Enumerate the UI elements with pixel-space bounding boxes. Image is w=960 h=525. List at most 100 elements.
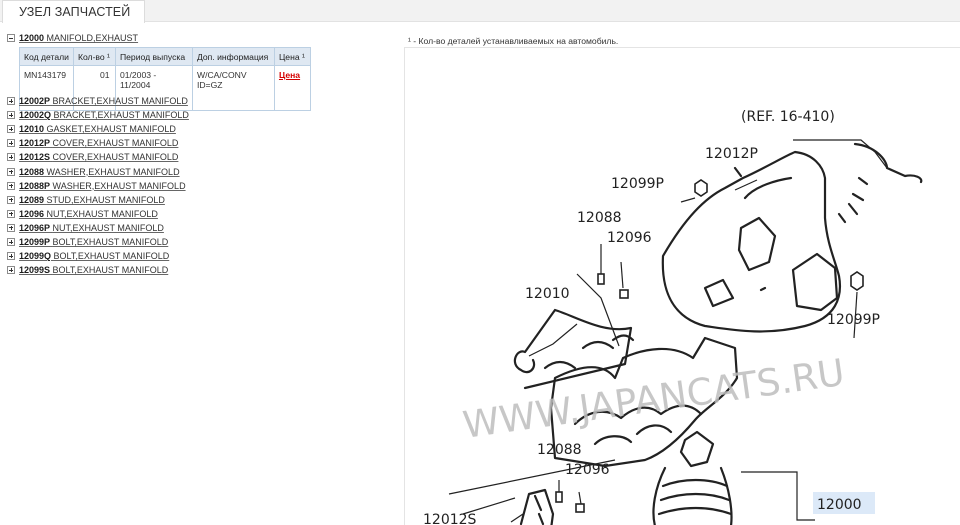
col-qty: Кол-во ¹ <box>72 47 116 66</box>
expand-icon[interactable] <box>7 181 15 190</box>
heat-shield-window <box>791 252 839 312</box>
label-12088-a[interactable]: 12088 <box>577 210 622 226</box>
part-name: BRACKET,EXHAUST MANIFOLD <box>53 110 189 121</box>
label-12099P-a[interactable]: 12099P <box>611 176 664 192</box>
expand-icon[interactable] <box>7 209 15 218</box>
tree-node-12012P[interactable]: 12012P COVER,EXHAUST MANIFOLD <box>7 137 178 149</box>
washer-12088-lower <box>555 491 563 503</box>
heat-shield-hole <box>703 278 735 308</box>
leader-ref <box>793 139 888 169</box>
diagram-svg: (REF. 16-410) 12012P 12099P 12088 12096 … <box>423 109 923 525</box>
tree-node-link[interactable]: 12088 WASHER,EXHAUST MANIFOLD <box>19 166 180 178</box>
tree-node-link[interactable]: 12096 NUT,EXHAUST MANIFOLD <box>19 208 158 220</box>
o2-sensor <box>837 176 869 224</box>
part-name: COVER,EXHAUST MANIFOLD <box>52 152 179 163</box>
part-code: 12099Q <box>19 251 52 262</box>
tree-node-link[interactable]: 12002Q BRACKET,EXHAUST MANIFOLD <box>19 109 189 121</box>
catalytic-converter-top <box>679 430 715 468</box>
col-part-code: Код детали <box>19 47 74 66</box>
part-code: 12088 <box>19 166 45 177</box>
leader-12010 <box>528 323 578 357</box>
part-name: BOLT,EXHAUST MANIFOLD <box>52 265 169 276</box>
tree-node-link[interactable]: 12099P BOLT,EXHAUST MANIFOLD <box>19 236 168 248</box>
label-12096-b[interactable]: 12096 <box>565 462 610 478</box>
heat-shield-upper <box>661 150 841 333</box>
part-code: 12099S <box>19 265 51 276</box>
tree-node-12002P[interactable]: 12002P BRACKET,EXHAUST MANIFOLD <box>7 95 188 107</box>
collapse-icon[interactable] <box>7 34 15 42</box>
cell-price: Цена <box>273 65 312 111</box>
part-name: NUT,EXHAUST MANIFOLD <box>46 208 158 219</box>
tree-node-12088[interactable]: 12088 WASHER,EXHAUST MANIFOLD <box>7 166 180 178</box>
tree-node-12088P[interactable]: 12088P WASHER,EXHAUST MANIFOLD <box>7 180 186 192</box>
label-12012S[interactable]: 12012S <box>423 512 477 525</box>
label-12088-b[interactable]: 12088 <box>537 442 582 458</box>
expand-icon[interactable] <box>7 252 15 261</box>
part-code: 12088P <box>19 180 51 191</box>
label-12010[interactable]: 12010 <box>525 286 570 302</box>
expand-icon[interactable] <box>7 139 15 148</box>
nut-12096-lower <box>575 503 585 513</box>
col-price: Цена ¹ <box>273 47 312 66</box>
expand-icon[interactable] <box>7 167 15 176</box>
expand-icon[interactable] <box>7 195 15 204</box>
tree-node-12099P[interactable]: 12099P BOLT,EXHAUST MANIFOLD <box>7 236 168 248</box>
expand-icon[interactable] <box>7 111 15 120</box>
tree-node-link[interactable]: 12000 MANIFOLD,EXHAUST <box>19 32 138 44</box>
expand-icon[interactable] <box>7 238 15 246</box>
tree-node-12010[interactable]: 12010 GASKET,EXHAUST MANIFOLD <box>7 123 176 135</box>
label-12000[interactable]: 12000 <box>817 497 862 513</box>
part-name: WASHER,EXHAUST MANIFOLD <box>52 180 186 191</box>
part-name: NUT,EXHAUST MANIFOLD <box>52 222 164 233</box>
tree-node-link[interactable]: 12099S BOLT,EXHAUST MANIFOLD <box>19 264 168 276</box>
price-link[interactable]: Цена <box>279 70 300 80</box>
tab-bar: УЗЕЛ ЗАПЧАСТЕЙ <box>0 0 960 23</box>
bolt-12099P-upper <box>694 179 708 197</box>
label-12099P-b[interactable]: 12099P <box>827 312 880 328</box>
expand-icon[interactable] <box>7 97 15 105</box>
tree-node-link[interactable]: 12010 GASKET,EXHAUST MANIFOLD <box>19 123 176 135</box>
label-12096-a[interactable]: 12096 <box>607 230 652 246</box>
tree-node-link[interactable]: 12089 STUD,EXHAUST MANIFOLD <box>19 194 165 206</box>
label-12012P[interactable]: 12012P <box>705 146 758 162</box>
tree-node-link[interactable]: 12012P COVER,EXHAUST MANIFOLD <box>19 137 178 149</box>
tree-node-12002Q[interactable]: 12002Q BRACKET,EXHAUST MANIFOLD <box>7 109 189 121</box>
tree-node-link[interactable]: 12002P BRACKET,EXHAUST MANIFOLD <box>19 95 188 107</box>
diagram-panel: ¹ - Кол-во деталей устанавливаемых на ав… <box>404 22 960 525</box>
part-name: WASHER,EXHAUST MANIFOLD <box>46 166 180 177</box>
part-name: COVER,EXHAUST MANIFOLD <box>52 138 179 149</box>
heat-shield-lower <box>519 488 555 525</box>
expand-icon[interactable] <box>7 266 15 275</box>
tree-node-12096P[interactable]: 12096P NUT,EXHAUST MANIFOLD <box>7 222 164 234</box>
leader-12000 <box>741 471 815 521</box>
tree-node-12012S[interactable]: 12012S COVER,EXHAUST MANIFOLD <box>7 151 178 163</box>
part-code: 12012P <box>19 138 51 149</box>
catalytic-converter-ribs <box>657 478 733 516</box>
nut-12096-upper <box>619 289 629 299</box>
part-name: BOLT,EXHAUST MANIFOLD <box>52 237 169 247</box>
tree-node-link[interactable]: 12012S COVER,EXHAUST MANIFOLD <box>19 151 178 163</box>
tree-node-12089[interactable]: 12089 STUD,EXHAUST MANIFOLD <box>7 194 165 206</box>
tree-node-12000[interactable]: 12000 MANIFOLD,EXHAUST <box>7 32 138 44</box>
tree-node-12099S[interactable]: 12099S BOLT,EXHAUST MANIFOLD <box>7 264 168 276</box>
cell-info: W/CA/CONV ID=GZ <box>191 65 275 111</box>
part-name: BOLT,EXHAUST MANIFOLD <box>53 251 170 262</box>
expand-icon[interactable] <box>7 153 15 162</box>
tree-node-link[interactable]: 12096P NUT,EXHAUST MANIFOLD <box>19 222 164 234</box>
tab-parts-assembly[interactable]: УЗЕЛ ЗАПЧАСТЕЙ <box>2 0 146 23</box>
expand-icon[interactable] <box>7 125 15 134</box>
watermark: WWW.JAPANCATS.RU <box>460 351 847 447</box>
heat-shield-emblem <box>737 216 777 272</box>
washer-12088-upper <box>597 273 605 285</box>
tree-node-link[interactable]: 12088P WASHER,EXHAUST MANIFOLD <box>19 180 186 192</box>
part-code: 12089 <box>19 194 45 205</box>
part-name: GASKET,EXHAUST MANIFOLD <box>46 124 176 135</box>
leader-12099P-a <box>680 197 696 203</box>
tree-node-12096[interactable]: 12096 NUT,EXHAUST MANIFOLD <box>7 208 158 220</box>
col-info: Доп. информация <box>191 47 275 66</box>
tree-node-link[interactable]: 12099Q BOLT,EXHAUST MANIFOLD <box>19 250 169 262</box>
tree-node-12099Q[interactable]: 12099Q BOLT,EXHAUST MANIFOLD <box>7 250 169 262</box>
expand-icon[interactable] <box>7 223 15 232</box>
part-code: 12096P <box>19 222 51 233</box>
parts-tree-panel: 12000 MANIFOLD,EXHAUST Код детали Кол-во… <box>0 22 400 525</box>
